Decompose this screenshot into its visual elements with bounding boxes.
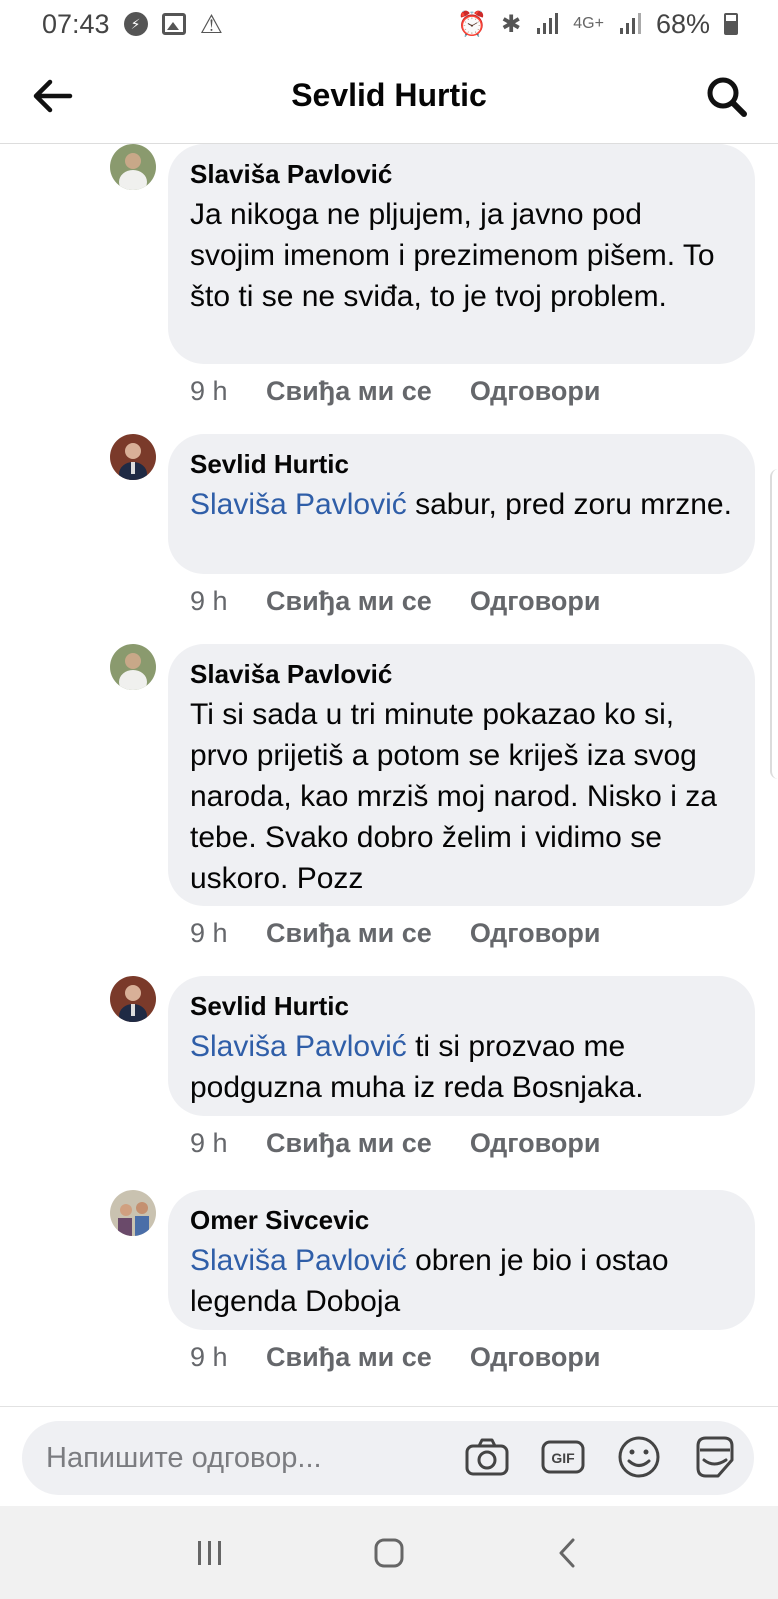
like-button[interactable]: Свиђа ми се	[266, 1128, 432, 1159]
comment-body: Ja nikoga ne pljujem, ja javno pod svoji…	[190, 198, 715, 313]
comment-author[interactable]: Omer Sivcevic	[190, 1204, 733, 1236]
comment-time: 9 h	[190, 1342, 228, 1372]
comment-actions: 9 h Свиђа ми се Одговори	[190, 586, 601, 617]
battery-icon	[724, 13, 738, 35]
emoji-icon[interactable]	[614, 1432, 664, 1482]
reply-button[interactable]: Одговори	[470, 918, 601, 949]
comment-text: Slaviša Pavlović obren je bio i ostao le…	[190, 1240, 733, 1322]
comment-author[interactable]: Sevlid Hurtic	[190, 448, 733, 480]
comment-author[interactable]: Slaviša Pavlović	[190, 658, 733, 690]
mention-link[interactable]: Slaviša Pavlović	[190, 1244, 407, 1277]
comment-actions: 9 h Свиђа ми се Одговори	[190, 1342, 601, 1373]
system-nav-bar	[0, 1506, 778, 1599]
warning-icon: ⚠	[199, 8, 223, 39]
status-bar: 07:43 ⚡ ⚠ ⏰ ✱ 4G+ 68%	[0, 0, 778, 48]
signal-icon	[535, 12, 559, 36]
gallery-icon	[161, 13, 186, 35]
comment-actions: 9 h Свиђа ми се Одговори	[190, 376, 601, 407]
avatar-slavisa[interactable]	[110, 144, 156, 190]
gif-icon[interactable]: GIF	[538, 1432, 588, 1482]
like-button[interactable]: Свиђа ми се	[266, 376, 432, 407]
comment-text: Ti si sada u tri minute pokazao ko si, p…	[190, 694, 733, 899]
bluetooth-icon: ✱	[501, 10, 522, 38]
comment-body: sabur, pred zoru mrzne.	[406, 488, 732, 521]
header: Sevlid Hurtic	[0, 48, 778, 144]
reply-button[interactable]: Одговори	[470, 586, 601, 617]
reply-icons: GIF	[462, 1432, 740, 1482]
camera-icon[interactable]	[462, 1432, 512, 1482]
back-arrow-icon[interactable]	[30, 74, 74, 118]
reply-box[interactable]: GIF	[22, 1421, 754, 1495]
back-nav-button[interactable]	[538, 1523, 598, 1583]
comment-author[interactable]: Sevlid Hurtic	[190, 990, 733, 1022]
comment-bubble[interactable]: Sevlid Hurtic Slaviša Pavlović ti si pro…	[168, 976, 755, 1116]
status-left: 07:43 ⚡ ⚠	[42, 9, 223, 40]
avatar-sevlid[interactable]	[110, 976, 156, 1022]
status-right: ⏰ ✱ 4G+ 68%	[457, 9, 738, 40]
avatar-sevlid[interactable]	[110, 434, 156, 480]
mention-link[interactable]: Slaviša Pavlović	[190, 488, 407, 521]
comment-bubble[interactable]: Omer Sivcevic Slaviša Pavlović obren je …	[168, 1190, 755, 1330]
messenger-icon: ⚡	[123, 12, 148, 36]
comment-time: 9 h	[190, 1128, 228, 1158]
page-title: Sevlid Hurtic	[291, 77, 487, 113]
signal-icon-2	[618, 12, 642, 36]
like-button[interactable]: Свиђа ми се	[266, 918, 432, 949]
comment-author[interactable]: Slaviša Pavlović	[190, 158, 733, 190]
comment-bubble[interactable]: Sevlid Hurtic Slaviša Pavlović sabur, pr…	[168, 434, 755, 574]
reply-button[interactable]: Одговори	[470, 1128, 601, 1159]
status-time: 07:43	[42, 8, 110, 39]
network-type-label: 4G+	[573, 15, 604, 32]
comment-time: 9 h	[190, 918, 228, 948]
reply-bar: GIF	[0, 1406, 778, 1506]
comments-list[interactable]: Slaviša Pavlović Ja nikoga ne pljujem, j…	[0, 144, 778, 1406]
comment-bubble[interactable]: Slaviša Pavlović Ja nikoga ne pljujem, j…	[168, 144, 755, 364]
scrollbar[interactable]	[770, 469, 778, 779]
recent-apps-icon	[197, 1540, 221, 1565]
comment-bubble[interactable]: Slaviša Pavlović Ti si sada u tri minute…	[168, 644, 755, 906]
mention-link[interactable]: Slaviša Pavlović	[190, 1030, 407, 1063]
comment-time: 9 h	[190, 376, 228, 406]
recent-apps-button[interactable]	[180, 1523, 240, 1583]
comment-actions: 9 h Свиђа ми се Одговори	[190, 918, 601, 949]
avatar-omer[interactable]	[110, 1190, 156, 1236]
comment-time: 9 h	[190, 586, 228, 616]
alarm-icon: ⏰	[457, 10, 488, 38]
comment-text: Ja nikoga ne pljujem, ja javno pod svoji…	[190, 194, 733, 317]
back-chevron-icon	[559, 1538, 575, 1567]
battery-percent: 68%	[655, 8, 710, 39]
reply-input[interactable]	[46, 1441, 446, 1475]
sticker-icon[interactable]	[690, 1432, 740, 1482]
comment-text: Slaviša Pavlović ti si prozvao me podguz…	[190, 1026, 733, 1108]
like-button[interactable]: Свиђа ми се	[266, 1342, 432, 1373]
comment-text: Slaviša Pavlović sabur, pred zoru mrzne.	[190, 484, 733, 525]
reply-button[interactable]: Одговори	[470, 376, 601, 407]
home-icon	[374, 1538, 404, 1567]
reply-button[interactable]: Одговори	[470, 1342, 601, 1373]
comment-actions: 9 h Свиђа ми се Одговори	[190, 1128, 601, 1159]
home-button[interactable]	[359, 1523, 419, 1583]
search-icon[interactable]	[704, 74, 748, 118]
like-button[interactable]: Свиђа ми се	[266, 586, 432, 617]
gif-label: GIF	[551, 1450, 575, 1466]
comment-body: Ti si sada u tri minute pokazao ko si, p…	[190, 698, 717, 895]
avatar-slavisa[interactable]	[110, 644, 156, 690]
